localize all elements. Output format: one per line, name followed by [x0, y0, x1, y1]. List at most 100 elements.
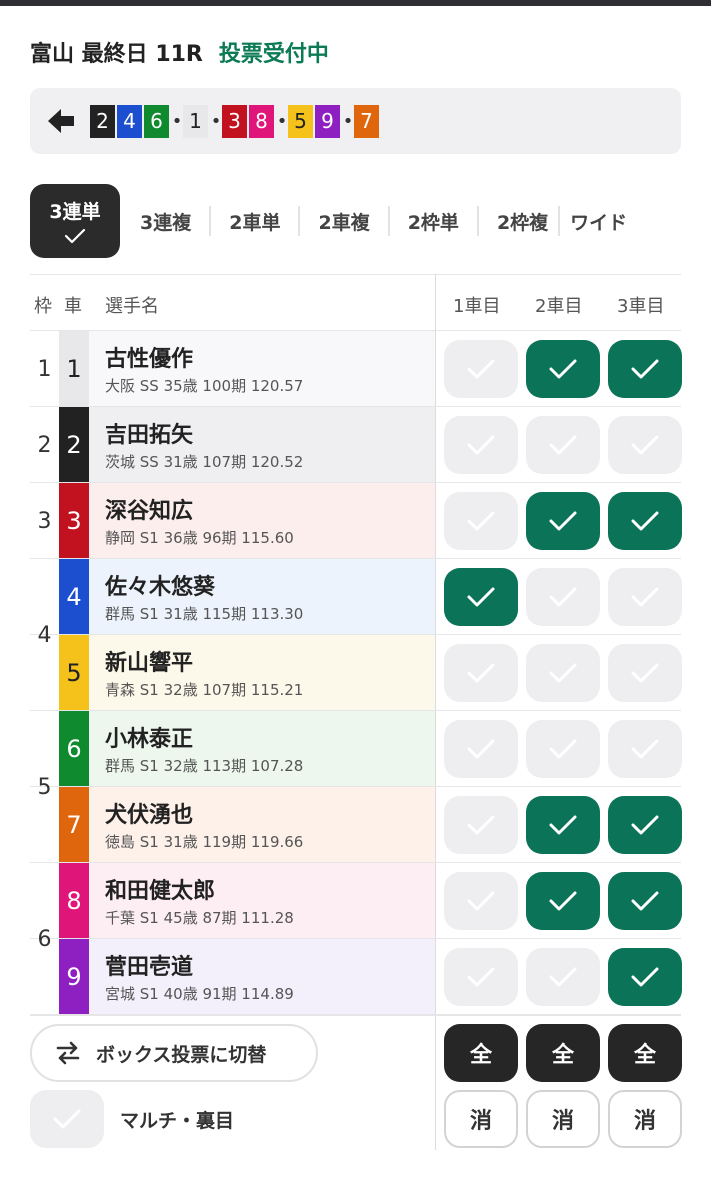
table-row: 5 新山響平 青森 S1 32歳 107期 115.21	[30, 635, 682, 711]
order-separator-dot: •	[342, 110, 354, 132]
pos2-checkbox[interactable]	[526, 340, 600, 398]
rider-info: 青森 S1 32歳 107期 115.21	[105, 681, 304, 699]
table-row: 7 犬伏湧也 徳島 S1 31歳 119期 119.66	[30, 787, 682, 863]
car-number: 6	[59, 711, 89, 787]
check-icon	[467, 359, 495, 379]
pos2-checkbox[interactable]	[526, 948, 600, 1006]
order-separator-dot: •	[276, 110, 288, 132]
order-chip: 3	[222, 104, 247, 138]
pos3-checkbox[interactable]	[608, 492, 682, 550]
multi-label: マルチ・裏目	[120, 1110, 235, 1132]
tab-2shatan[interactable]: 2車単	[229, 206, 280, 236]
pos1-checkbox[interactable]	[444, 644, 518, 702]
waku-label: 1	[37, 356, 52, 382]
header-waku: 枠	[34, 296, 52, 317]
box-switch-button[interactable]: ボックス投票に切替	[30, 1024, 318, 1082]
table-bottom-border	[30, 1015, 681, 1016]
pos2-checkbox[interactable]	[526, 416, 600, 474]
pos1-checkbox[interactable]	[444, 492, 518, 550]
tab-2wakufuku[interactable]: 2枠複	[497, 206, 548, 236]
pos2-checkbox[interactable]	[526, 796, 600, 854]
pos2-checkbox[interactable]	[526, 492, 600, 550]
tab-divider	[298, 206, 301, 236]
order-chip: 8	[249, 104, 274, 138]
check-icon	[549, 587, 577, 607]
rider-name: 菅田壱道	[105, 955, 194, 980]
clear-pos1-button[interactable]: 消	[444, 1090, 518, 1148]
order-separator-dot: •	[210, 110, 222, 132]
waku-label: 4	[37, 622, 52, 648]
check-icon	[549, 891, 577, 911]
tab-wide[interactable]: ワイド	[570, 206, 627, 236]
pos3-checkbox[interactable]	[608, 796, 682, 854]
tab-2shafuku[interactable]: 2車複	[318, 206, 369, 236]
car-number: 4	[59, 559, 89, 635]
tab-label: 3連単	[49, 200, 101, 223]
order-chip: 5	[288, 104, 313, 138]
tab-divider	[558, 206, 561, 236]
check-icon	[53, 1109, 81, 1129]
header-pos3: 3車目	[617, 296, 665, 317]
box-switch-label: ボックス投票に切替	[96, 1043, 267, 1066]
pos2-checkbox[interactable]	[526, 872, 600, 930]
table-row: 4 佐々木悠葵 群馬 S1 31歳 115期 113.30	[30, 559, 682, 635]
pos2-checkbox[interactable]	[526, 644, 600, 702]
top-border	[0, 0, 711, 6]
select-all-pos2-button[interactable]: 全	[526, 1024, 600, 1082]
rider-name: 吉田拓矢	[105, 423, 194, 448]
table-row: 3 深谷知広 静岡 S1 36歳 96期 115.60	[30, 483, 682, 559]
rider-name: 古性優作	[105, 347, 194, 372]
check-icon	[467, 739, 495, 759]
rider-name: 犬伏湧也	[105, 803, 194, 828]
pos3-checkbox[interactable]	[608, 644, 682, 702]
check-icon	[631, 815, 659, 835]
pos1-checkbox[interactable]	[444, 340, 518, 398]
pos1-checkbox[interactable]	[444, 948, 518, 1006]
rider-info: 千葉 S1 45歳 87期 111.28	[105, 909, 294, 927]
rider-name: 小林泰正	[105, 727, 194, 752]
tab-3rentan[interactable]: 3連単	[30, 184, 120, 258]
rider-name: 新山響平	[105, 651, 194, 676]
order-chips: 2 4 6 • 1 • 3 8 • 5 9 • 7	[90, 104, 381, 138]
arrow-left-icon[interactable]	[46, 106, 76, 136]
check-icon	[467, 815, 495, 835]
tab-3renpuku[interactable]: 3連複	[140, 206, 191, 236]
pos3-checkbox[interactable]	[608, 416, 682, 474]
pos1-checkbox[interactable]	[444, 796, 518, 854]
car-number: 2	[59, 407, 89, 483]
order-chip: 6	[144, 104, 169, 138]
order-chip: 7	[354, 104, 379, 138]
pos1-checkbox[interactable]	[444, 416, 518, 474]
table-row: 2 吉田拓矢 茨城 SS 31歳 107期 120.52	[30, 407, 682, 483]
pos3-checkbox[interactable]	[608, 340, 682, 398]
pos2-checkbox[interactable]	[526, 568, 600, 626]
select-all-pos1-button[interactable]: 全	[444, 1024, 518, 1082]
select-all-pos3-button[interactable]: 全	[608, 1024, 682, 1082]
order-separator-dot: •	[171, 110, 183, 132]
clear-pos3-button[interactable]: 消	[608, 1090, 682, 1148]
check-icon	[631, 359, 659, 379]
pos3-checkbox[interactable]	[608, 948, 682, 1006]
multi-checkbox[interactable]	[30, 1090, 104, 1148]
pos1-checkbox[interactable]	[444, 568, 518, 626]
pos1-checkbox[interactable]	[444, 720, 518, 778]
rider-info: 群馬 S1 31歳 115期 113.30	[105, 605, 304, 623]
pos2-checkbox[interactable]	[526, 720, 600, 778]
rider-info: 静岡 S1 36歳 96期 115.60	[105, 529, 294, 547]
tab-2wakutan[interactable]: 2枠単	[408, 206, 459, 236]
car-number: 1	[59, 331, 89, 407]
pos3-checkbox[interactable]	[608, 720, 682, 778]
tab-divider	[476, 206, 479, 236]
check-icon	[467, 511, 495, 531]
order-chip: 9	[315, 104, 340, 138]
pos3-checkbox[interactable]	[608, 568, 682, 626]
pos3-checkbox[interactable]	[608, 872, 682, 930]
table-top-border	[30, 274, 681, 275]
rider-info: 大阪 SS 35歳 100期 120.57	[105, 377, 304, 395]
clear-pos2-button[interactable]: 消	[526, 1090, 600, 1148]
order-chip: 2	[90, 104, 115, 138]
header-name: 選手名	[105, 296, 159, 317]
check-icon	[631, 891, 659, 911]
car-number: 3	[59, 483, 89, 559]
pos1-checkbox[interactable]	[444, 872, 518, 930]
